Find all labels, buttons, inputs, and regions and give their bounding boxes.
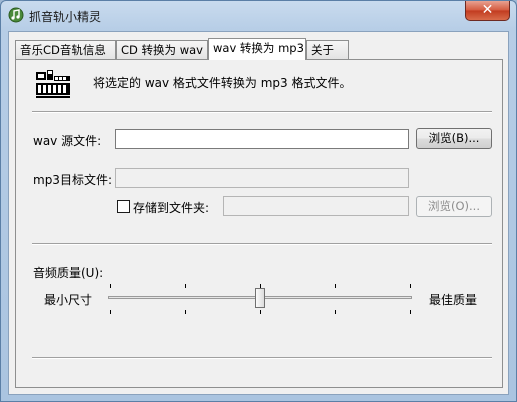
tab-label: CD 转换为 wav <box>121 43 203 57</box>
slider-tick <box>110 310 111 314</box>
converter-icon <box>36 70 70 98</box>
audio-quality-label: 音频质量(U): <box>33 266 104 280</box>
save-to-folder-checkbox[interactable] <box>117 200 130 213</box>
button-label: 浏览(O)... <box>428 199 480 213</box>
close-icon: ✕ <box>481 2 494 18</box>
slider-tick <box>410 284 411 288</box>
slider-tick <box>185 284 186 288</box>
quality-slider-thumb[interactable] <box>255 288 265 308</box>
dialog-client-area: 音乐CD音轨信息 CD 转换为 wav wav 转换为 mp3 关于 将选定的 … <box>8 31 509 395</box>
tab-cd-to-wav[interactable]: CD 转换为 wav <box>116 40 208 59</box>
separator-middle <box>32 243 492 245</box>
music-note-app-icon <box>8 7 24 23</box>
slider-tick <box>410 310 411 314</box>
save-to-folder-label: 存储到文件夹: <box>133 201 210 215</box>
save-folder-input[interactable] <box>223 196 409 216</box>
slider-tick <box>335 284 336 288</box>
slider-tick <box>185 310 186 314</box>
panel-description: 将选定的 wav 格式文件转换为 mp3 格式文件。 <box>93 76 352 90</box>
wav-source-input[interactable] <box>115 129 409 149</box>
separator-bottom <box>32 357 492 359</box>
wav-source-label: wav 源文件: <box>33 134 102 148</box>
tab-strip: 音乐CD音轨信息 CD 转换为 wav wav 转换为 mp3 关于 <box>15 38 505 60</box>
tab-label: 关于 <box>311 43 334 57</box>
tab-cd-track-info[interactable]: 音乐CD音轨信息 <box>15 40 116 59</box>
panel-background: 将选定的 wav 格式文件转换为 mp3 格式文件。 wav 源文件: 浏览(B… <box>16 60 502 387</box>
tab-wav-to-mp3[interactable]: wav 转换为 mp3 <box>208 38 306 60</box>
window-title: 抓音轨小精灵 <box>29 10 102 24</box>
separator-top <box>32 111 492 113</box>
mp3-target-input[interactable] <box>115 168 409 188</box>
browse-source-button[interactable]: 浏览(B)... <box>416 128 492 149</box>
slider-max-label: 最佳质量 <box>429 293 478 307</box>
title-bar[interactable]: 抓音轨小精灵 ✕ <box>1 1 516 29</box>
tab-panel-wav-to-mp3: 将选定的 wav 格式文件转换为 mp3 格式文件。 wav 源文件: 浏览(B… <box>15 59 503 388</box>
slider-tick <box>110 284 111 288</box>
mp3-target-label: mp3目标文件: <box>33 173 112 187</box>
tab-about[interactable]: 关于 <box>306 40 349 59</box>
slider-tick <box>260 284 261 288</box>
app-window: 抓音轨小精灵 ✕ 音乐CD音轨信息 CD 转换为 wav wav 转换为 mp3… <box>0 0 517 402</box>
slider-min-label: 最小尺寸 <box>44 293 93 307</box>
browse-folder-button[interactable]: 浏览(O)... <box>416 196 492 217</box>
close-button[interactable]: ✕ <box>465 1 510 21</box>
slider-tick <box>335 310 336 314</box>
slider-tick <box>260 310 261 314</box>
tab-label: wav 转换为 mp3 <box>213 41 304 55</box>
tab-label: 音乐CD音轨信息 <box>20 43 106 57</box>
button-label: 浏览(B)... <box>428 131 480 145</box>
